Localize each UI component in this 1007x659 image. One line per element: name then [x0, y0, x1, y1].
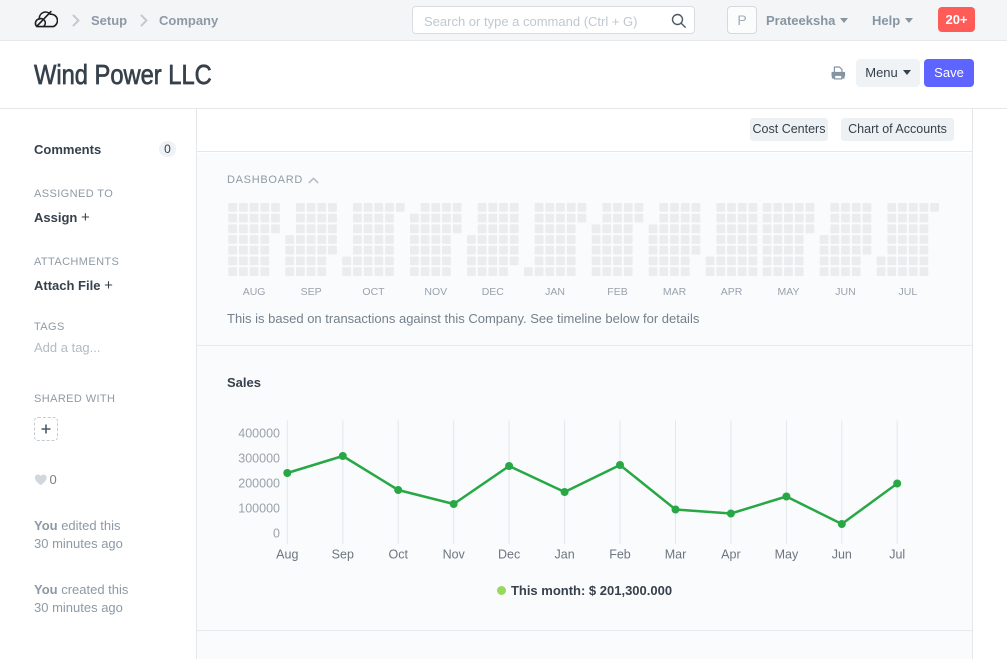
- svg-text:0: 0: [273, 527, 280, 541]
- svg-text:JAN: JAN: [545, 286, 565, 298]
- svg-text:Nov: Nov: [443, 548, 466, 562]
- svg-text:300000: 300000: [238, 452, 280, 466]
- svg-text:200000: 200000: [238, 477, 280, 491]
- svg-text:400000: 400000: [238, 427, 280, 441]
- svg-text:APR: APR: [721, 286, 743, 298]
- svg-text:SEP: SEP: [301, 286, 322, 298]
- svg-text:Mar: Mar: [665, 548, 687, 562]
- svg-text:FEB: FEB: [607, 286, 627, 298]
- svg-text:Jan: Jan: [555, 548, 575, 562]
- svg-text:Apr: Apr: [721, 548, 740, 562]
- svg-text:NOV: NOV: [424, 286, 447, 298]
- svg-text:May: May: [775, 548, 799, 562]
- svg-text:AUG: AUG: [243, 286, 266, 298]
- svg-text:DEC: DEC: [482, 286, 505, 298]
- svg-text:MAY: MAY: [778, 286, 800, 298]
- svg-text:JUL: JUL: [899, 286, 918, 298]
- svg-text:100000: 100000: [238, 502, 280, 516]
- svg-text:Feb: Feb: [609, 548, 631, 562]
- svg-text:Sep: Sep: [332, 548, 354, 562]
- svg-text:Jun: Jun: [832, 548, 852, 562]
- svg-text:Aug: Aug: [276, 548, 298, 562]
- svg-text:JUN: JUN: [835, 286, 855, 298]
- svg-text:Jul: Jul: [889, 548, 905, 562]
- svg-text:OCT: OCT: [362, 286, 385, 298]
- svg-text:Dec: Dec: [498, 548, 520, 562]
- svg-text:MAR: MAR: [663, 286, 687, 298]
- svg-text:Oct: Oct: [388, 548, 408, 562]
